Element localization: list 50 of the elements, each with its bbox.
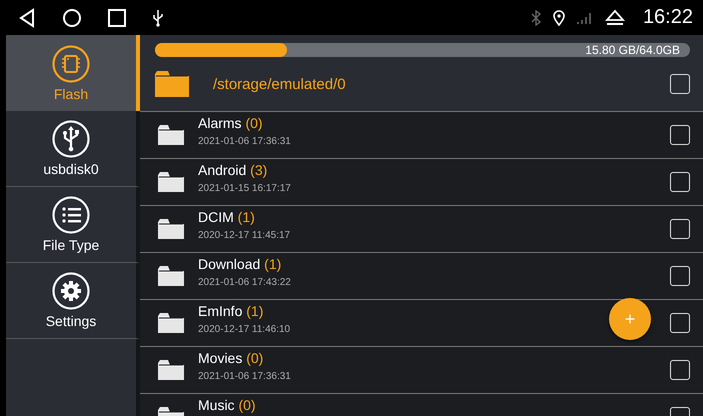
path-row[interactable]: /storage/emulated/0 <box>155 57 690 111</box>
checkbox[interactable] <box>670 172 690 192</box>
folder-date: 2021-01-06 17:43:22 <box>198 277 292 288</box>
usb-icon <box>52 120 90 158</box>
clock: 16:22 <box>642 6 693 29</box>
folder-date: 2021-01-06 17:36:31 <box>198 136 292 147</box>
folder-icon <box>155 71 189 97</box>
back-icon[interactable] <box>18 8 36 28</box>
folder-date: 2020-12-17 11:45:17 <box>198 230 292 241</box>
checkbox[interactable] <box>670 74 690 94</box>
list-icon <box>52 196 90 234</box>
folder-row[interactable]: Movies (0) 2021-01-06 17:36:31 <box>140 347 703 394</box>
folder-icon <box>158 125 184 145</box>
storage-reading: 15.80 GB/64.0GB <box>585 43 681 57</box>
home-icon[interactable] <box>62 8 82 28</box>
folder-icon <box>158 219 184 239</box>
location-icon <box>552 10 565 26</box>
folder-row[interactable]: Music (0) <box>140 394 703 416</box>
folder-row[interactable]: Download (1) 2021-01-06 17:43:22 <box>140 253 703 300</box>
checkbox[interactable] <box>670 266 690 286</box>
checkbox[interactable] <box>670 125 690 145</box>
checkbox[interactable] <box>670 219 690 239</box>
folder-icon <box>158 266 184 286</box>
path-text: /storage/emulated/0 <box>213 76 347 92</box>
folder-name: Android (3) <box>198 163 268 178</box>
folder-date: 2021-01-15 16:17:17 <box>198 183 292 194</box>
folder-icon <box>158 313 184 333</box>
folder-name: DCIM (1) <box>198 210 256 225</box>
folder-date: 2021-01-06 17:36:31 <box>198 371 292 382</box>
folder-row[interactable]: Alarms (0) 2021-01-06 17:36:31 <box>140 112 703 159</box>
folder-name: Download (1) <box>198 257 282 272</box>
folder-icon <box>158 360 184 380</box>
folder-icon <box>158 172 184 192</box>
folder-name: Alarms (0) <box>198 116 264 131</box>
eject-icon[interactable] <box>604 8 625 26</box>
folder-row[interactable]: DCIM (1) 2020-12-17 11:45:17 <box>140 206 703 253</box>
recents-icon[interactable] <box>108 8 126 26</box>
checkbox[interactable] <box>670 313 690 333</box>
bluetooth-icon <box>530 10 541 26</box>
folder-name: EmInfo (1) <box>198 304 264 319</box>
folder-row[interactable]: Android (3) 2021-01-15 16:17:17 <box>140 159 703 206</box>
folder-name: Music (0) <box>198 398 257 413</box>
signal-icon <box>576 12 593 24</box>
memory-chip-icon <box>52 44 90 82</box>
folder-date: 2020-12-17 11:46:10 <box>198 324 292 335</box>
folder-name: Movies (0) <box>198 351 264 366</box>
usb-icon <box>152 8 164 26</box>
sidebar-item[interactable]: Flash <box>6 35 140 111</box>
checkbox[interactable] <box>670 360 690 380</box>
settings-icon <box>52 272 90 310</box>
